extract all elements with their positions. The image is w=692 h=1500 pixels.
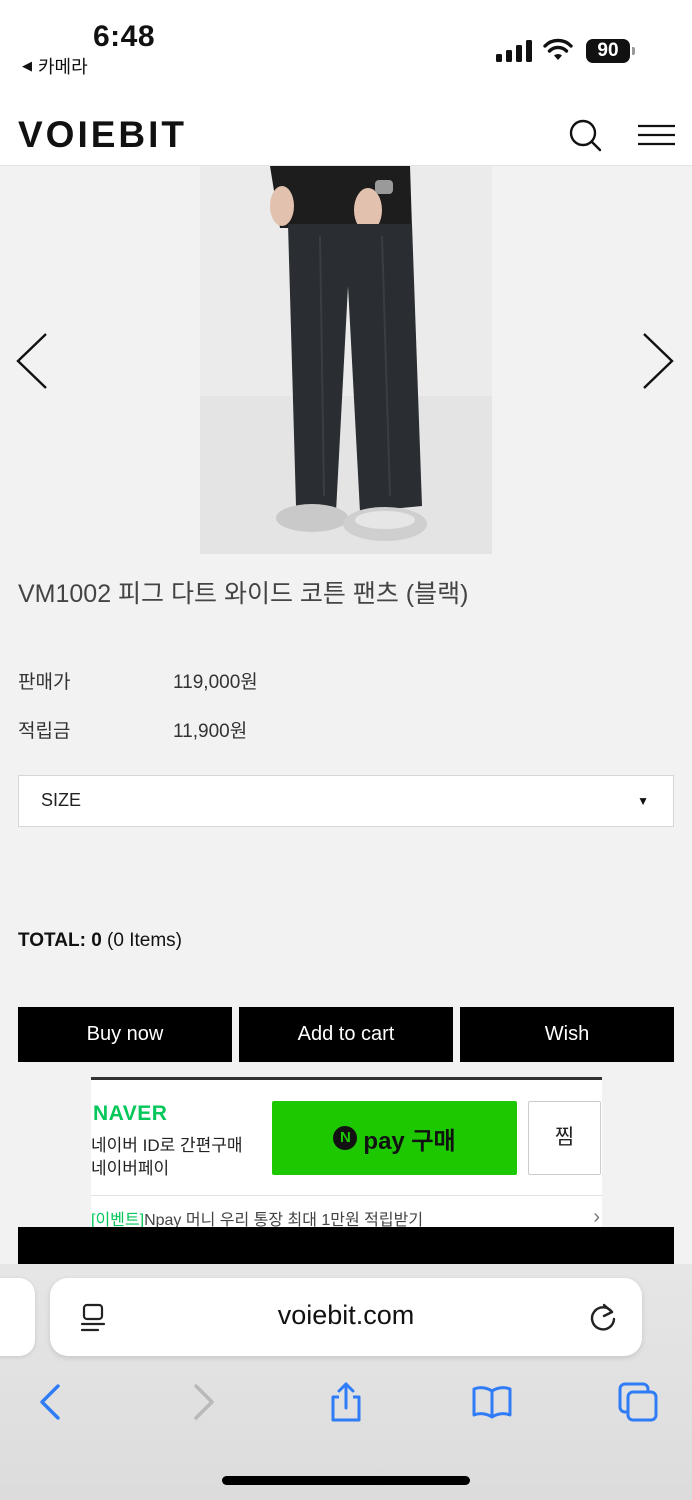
address-bar[interactable]: voiebit.com: [50, 1278, 642, 1356]
chevron-right-icon: ›: [593, 1206, 600, 1228]
battery-icon: 90: [586, 39, 635, 63]
naver-desc-line2: 네이버페이: [91, 1159, 170, 1178]
browser-toolbar: voiebit.com: [0, 1264, 692, 1500]
hamburger-menu-icon[interactable]: [638, 124, 675, 146]
naver-desc-line1: 네이버 ID로 간편구매: [91, 1136, 243, 1155]
npay-purchase-button[interactable]: N pay 구매: [272, 1101, 517, 1175]
buy-now-button[interactable]: Buy now: [18, 1007, 232, 1062]
dropdown-caret-icon: ▼: [637, 794, 649, 808]
site-header: VOIEBIT: [0, 100, 692, 166]
tabs-icon[interactable]: [618, 1382, 658, 1422]
product-gallery: [0, 166, 692, 554]
back-icon[interactable]: [32, 1382, 72, 1422]
cellular-signal-icon: [496, 40, 532, 62]
home-indicator: [222, 1476, 470, 1485]
order-total: TOTAL: 0 (0 Items): [18, 930, 182, 952]
back-triangle-icon: ◀: [22, 58, 32, 73]
naver-pay-widget: NAVER 네이버 ID로 간편구매 네이버페이 N pay 구매 찜 [이벤트…: [91, 1077, 602, 1230]
next-image-arrow-icon[interactable]: [640, 331, 676, 391]
status-bar: 6:48 ◀ 카메라 90: [0, 0, 692, 100]
bookmarks-icon[interactable]: [472, 1382, 512, 1422]
url-text: voiebit.com: [277, 1300, 415, 1330]
previous-image-arrow-icon[interactable]: [14, 331, 50, 391]
previous-tab-edge[interactable]: [0, 1278, 35, 1356]
dark-section-strip: [18, 1227, 674, 1267]
total-label: TOTAL:: [18, 930, 86, 951]
npay-purchase-label: pay 구매: [363, 1127, 456, 1155]
points-row: 적립금 11,900원: [18, 716, 247, 743]
search-icon[interactable]: [568, 118, 602, 152]
npay-n-icon: N: [333, 1126, 358, 1150]
wish-button[interactable]: Wish: [460, 1007, 674, 1062]
product-photo: [200, 166, 492, 554]
size-select-value: SIZE: [41, 790, 82, 810]
naver-brand: NAVER: [93, 1102, 168, 1125]
back-to-app-link[interactable]: ◀ 카메라: [22, 53, 88, 79]
back-app-label: 카메라: [38, 57, 88, 77]
points-value: 11,900원: [173, 721, 248, 742]
price-row: 판매가 119,000원: [18, 667, 258, 694]
npay-event-link[interactable]: [이벤트]Npay 머니 우리 통장 최대 1만원 적립받기 ›: [91, 1195, 602, 1230]
npay-zzim-button[interactable]: 찜: [528, 1101, 601, 1175]
points-label: 적립금: [18, 721, 71, 742]
price-value: 119,000원: [173, 672, 258, 693]
total-items: (0 Items): [107, 930, 182, 951]
pants-model-illustration: [200, 166, 492, 554]
forward-icon[interactable]: [182, 1382, 222, 1422]
site-logo[interactable]: VOIEBIT: [18, 114, 187, 156]
reload-icon[interactable]: [588, 1302, 618, 1332]
product-title: VM1002 피그 다트 와이드 코튼 팬츠 (블랙): [18, 580, 469, 608]
wifi-icon: [543, 38, 573, 60]
price-label: 판매가: [18, 672, 71, 693]
size-select[interactable]: SIZE ▼: [18, 775, 674, 827]
share-icon[interactable]: [326, 1382, 366, 1422]
add-to-cart-button[interactable]: Add to cart: [239, 1007, 453, 1062]
status-time: 6:48: [93, 20, 156, 53]
total-value: 0: [91, 930, 102, 951]
